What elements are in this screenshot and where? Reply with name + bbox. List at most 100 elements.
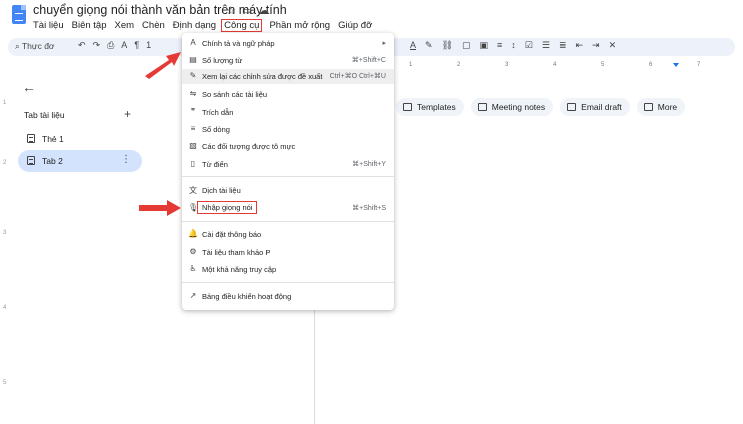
tab-label: Thẻ 1 bbox=[42, 134, 64, 144]
citations-icon: ❞ bbox=[190, 107, 196, 116]
toolbar-left-group: ↶ ↷ ⎙ A ¶ 1 bbox=[78, 40, 151, 51]
menu-divider bbox=[182, 282, 394, 283]
checklist-icon[interactable]: ☑ bbox=[525, 40, 533, 51]
menu-item-preferences[interactable]: ⚙ Tài liệu tham khảo P bbox=[182, 245, 394, 260]
menu-item-translate-document[interactable]: 文 Dịch tài liệu bbox=[182, 183, 394, 198]
menu-format[interactable]: Định dạng bbox=[173, 20, 216, 31]
menu-item-label: Bảng điều khiển hoạt động bbox=[202, 292, 292, 301]
vruler-tick: 3 bbox=[3, 230, 7, 236]
comment-icon[interactable]: ▢ bbox=[462, 40, 471, 51]
search-icon: ⌕ bbox=[15, 41, 20, 51]
annotation-arrow-icon bbox=[145, 52, 181, 79]
add-tab-button[interactable]: + bbox=[124, 107, 131, 121]
menu-file[interactable]: Tài liệu bbox=[33, 20, 64, 31]
menu-help[interactable]: Giúp đỡ bbox=[338, 20, 372, 31]
templates-icon bbox=[403, 103, 412, 111]
email-draft-icon bbox=[567, 103, 577, 111]
tab-label: Tab 2 bbox=[42, 156, 63, 166]
tools-menu: A Chính tả và ngữ pháp ▸ ▤ Số lượng từ ⌘… bbox=[182, 33, 394, 310]
template-chips: Templates Meeting notes Email draft More bbox=[396, 98, 686, 116]
menu-item-shortcut: ⌘+Shift+C bbox=[351, 57, 386, 64]
menu-item-activity-dashboard[interactable]: ↗ Bảng điều khiển hoạt động bbox=[182, 289, 394, 304]
clear-formatting-icon[interactable]: ✕ bbox=[609, 40, 617, 51]
compare-documents-icon: ⇋ bbox=[189, 89, 197, 98]
image-icon[interactable]: ▣ bbox=[480, 40, 489, 51]
ruler-tick: 2 bbox=[457, 62, 461, 68]
vruler-tick: 2 bbox=[3, 160, 7, 166]
chip-label: Templates bbox=[417, 102, 456, 112]
menu-item-review-edits[interactable]: ✎ Xem lại các chỉnh sửa được đề xuất Ctr… bbox=[182, 69, 394, 84]
bulleted-list-icon[interactable]: ☰ bbox=[542, 40, 550, 51]
line-spacing-icon[interactable]: ↕ bbox=[511, 40, 516, 51]
menu-item-label: So sánh các tài liệu bbox=[202, 90, 268, 99]
tab-more-options-icon[interactable]: ⋮ bbox=[121, 154, 131, 165]
redo-icon[interactable]: ↷ bbox=[93, 40, 101, 51]
folder-move-icon[interactable]: ▭ bbox=[242, 4, 252, 17]
menu-item-compare-documents[interactable]: ⇋ So sánh các tài liệu bbox=[182, 87, 394, 102]
paint-format-icon[interactable]: ¶ bbox=[134, 40, 139, 51]
chip-label: More bbox=[657, 102, 678, 112]
menu-item-label: Dịch tài liệu bbox=[202, 186, 241, 195]
increase-indent-icon[interactable]: ⇥ bbox=[592, 40, 600, 51]
sidebar-tab-2[interactable]: Tab 2 ⋮ bbox=[18, 150, 142, 172]
align-icon[interactable]: ≡ bbox=[497, 40, 502, 51]
line-numbers-icon: ≡ bbox=[190, 124, 196, 133]
spellcheck-icon: A bbox=[190, 38, 196, 47]
sidebar-tab-1[interactable]: Thẻ 1 bbox=[18, 128, 142, 150]
menu-item-line-numbers[interactable]: ≡ Số dòng bbox=[182, 122, 394, 137]
notification-bell-icon: 🔔 bbox=[188, 229, 198, 238]
text-color-icon[interactable]: A bbox=[410, 40, 416, 51]
ruler-tick: 5 bbox=[601, 62, 605, 68]
menu-extensions[interactable]: Phần mở rộng bbox=[269, 20, 330, 31]
activity-dashboard-icon: ↗ bbox=[189, 291, 197, 300]
page-edge bbox=[314, 300, 315, 424]
numbered-list-icon[interactable]: ≣ bbox=[559, 40, 567, 51]
chip-email-draft[interactable]: Email draft bbox=[560, 98, 630, 116]
highlight-icon[interactable]: ✎ bbox=[425, 40, 433, 51]
menu-insert[interactable]: Chèn bbox=[142, 20, 165, 31]
vruler-tick: 1 bbox=[3, 100, 7, 106]
vertical-ruler: 1 2 3 4 5 bbox=[3, 80, 11, 420]
right-indent-marker[interactable] bbox=[673, 63, 679, 67]
tabs-header: Tab tài liệu bbox=[24, 110, 65, 120]
menu-item-label: Các đối tượng được tô mực bbox=[202, 142, 296, 151]
vruler-tick: 5 bbox=[3, 380, 7, 386]
menu-item-voice-typing[interactable]: 🎙 Nhập giọng nói ⌘+Shift+S bbox=[182, 201, 394, 216]
menu-tools[interactable]: Công cụ bbox=[221, 19, 263, 32]
menu-view[interactable]: Xem bbox=[115, 20, 135, 31]
menu-item-accessibility[interactable]: ♿ Một khả năng truy cập bbox=[182, 262, 394, 277]
menu-search[interactable]: ⌕ Thực đơ bbox=[15, 41, 55, 52]
docs-logo-icon[interactable] bbox=[12, 5, 26, 24]
menu-item-label: Trích dẫn bbox=[202, 108, 234, 117]
accessibility-icon: ♿ bbox=[189, 264, 197, 273]
menu-item-shortcut: ⌘+Shift+Y bbox=[352, 161, 386, 168]
menu-search-label: Thực đơ bbox=[21, 41, 55, 51]
chip-more[interactable]: More bbox=[636, 98, 686, 116]
chip-templates[interactable]: Templates bbox=[396, 98, 464, 116]
menu-item-label: Từ điển bbox=[202, 160, 228, 169]
submenu-arrow-icon: ▸ bbox=[382, 40, 386, 47]
menu-item-word-count[interactable]: ▤ Số lượng từ ⌘+Shift+C bbox=[182, 53, 394, 68]
print-icon[interactable]: ⎙ bbox=[107, 40, 114, 51]
microphone-icon: 🎙 bbox=[188, 203, 199, 212]
menu-item-label: Cài đặt thông báo bbox=[202, 230, 262, 239]
review-edits-icon: ✎ bbox=[189, 71, 197, 80]
spellcheck-tool-icon[interactable]: A bbox=[121, 40, 127, 51]
menu-edit[interactable]: Biên tập bbox=[72, 20, 107, 31]
chip-label: Email draft bbox=[581, 102, 622, 112]
cloud-status-icon[interactable]: ☁ bbox=[258, 4, 269, 17]
menu-item-dictionary[interactable]: ▯ Từ điển ⌘+Shift+Y bbox=[182, 157, 394, 172]
menu-item-citations[interactable]: ❞ Trích dẫn bbox=[182, 105, 394, 120]
menu-item-spelling-grammar[interactable]: A Chính tả và ngữ pháp ▸ bbox=[182, 36, 394, 51]
undo-icon[interactable]: ↶ bbox=[78, 40, 86, 51]
menu-item-linked-objects[interactable]: ▧ Các đối tượng được tô mực bbox=[182, 139, 394, 154]
chip-meeting-notes[interactable]: Meeting notes bbox=[470, 98, 554, 116]
decrease-indent-icon[interactable]: ⇤ bbox=[576, 40, 584, 51]
back-arrow-icon[interactable]: ← bbox=[22, 79, 36, 95]
menu-item-notification-settings[interactable]: 🔔 Cài đặt thông báo bbox=[182, 227, 394, 242]
ruler-tick: 3 bbox=[505, 62, 509, 68]
vruler-tick: 4 bbox=[3, 305, 7, 311]
menu-item-label: Tài liệu tham khảo P bbox=[202, 248, 271, 257]
link-icon[interactable]: ⛓ bbox=[442, 40, 453, 51]
star-icon[interactable]: ☆ bbox=[226, 4, 236, 17]
